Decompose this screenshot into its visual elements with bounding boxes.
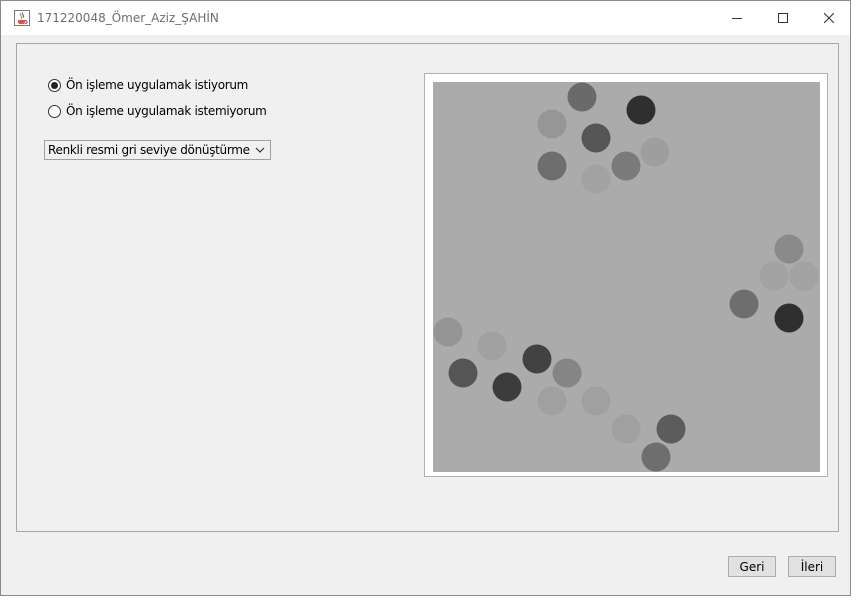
java-cup-icon (14, 10, 30, 26)
preview-blob (581, 386, 611, 416)
preview-blob (611, 151, 641, 181)
preview-blob (656, 414, 686, 444)
radio-skip-label: Ön işleme uygulamak istemiyorum (66, 104, 267, 118)
preview-blob (774, 234, 804, 264)
chevron-down-icon (255, 147, 265, 153)
preview-blob (537, 109, 567, 139)
image-preview (433, 82, 820, 472)
preview-blob (522, 344, 552, 374)
app-window: 171220048_Ömer_Aziz_ŞAHİN Ön işleme uygu… (0, 0, 851, 596)
content-panel: Ön işleme uygulamak istiyorum Ön işleme … (16, 43, 839, 532)
preview-blob (774, 303, 804, 333)
preview-blob (448, 358, 478, 388)
close-button[interactable] (806, 1, 852, 35)
preview-blob (611, 414, 641, 444)
radio-apply-indicator[interactable] (48, 78, 61, 92)
image-preview-frame (424, 73, 828, 477)
preview-blob (789, 261, 819, 291)
preview-blob (492, 372, 522, 402)
preprocess-dropdown[interactable]: Renkli resmi gri seviye dönüştürme (44, 140, 271, 160)
preview-blob (641, 442, 671, 472)
radio-apply-preprocessing[interactable]: Ön işleme uygulamak istiyorum (48, 78, 248, 92)
preview-blob (581, 123, 611, 153)
preview-blob (626, 95, 656, 125)
radio-skip-preprocessing[interactable]: Ön işleme uygulamak istemiyorum (48, 104, 267, 118)
maximize-icon (778, 13, 788, 23)
preview-blob (537, 386, 567, 416)
preview-blob (581, 164, 611, 194)
window-title: 171220048_Ömer_Aziz_ŞAHİN (37, 11, 219, 25)
preview-blob (552, 358, 582, 388)
preview-blob (477, 331, 507, 361)
preview-blob (433, 317, 463, 347)
preview-blob (640, 137, 670, 167)
preview-blob (567, 82, 597, 112)
minimize-button[interactable] (714, 1, 760, 35)
preview-blob (729, 289, 759, 319)
radio-apply-label: Ön işleme uygulamak istiyorum (66, 78, 249, 92)
next-button[interactable]: İleri (788, 556, 836, 577)
preview-blob (759, 261, 789, 291)
maximize-button[interactable] (760, 1, 806, 35)
minimize-icon (732, 18, 742, 19)
preview-blob (537, 151, 567, 181)
title-bar[interactable]: 171220048_Ömer_Aziz_ŞAHİN (1, 1, 850, 35)
preprocess-dropdown-value: Renkli resmi gri seviye dönüştürme (48, 143, 250, 157)
close-icon (824, 13, 834, 23)
radio-skip-indicator[interactable] (48, 104, 61, 118)
back-button[interactable]: Geri (728, 556, 776, 577)
